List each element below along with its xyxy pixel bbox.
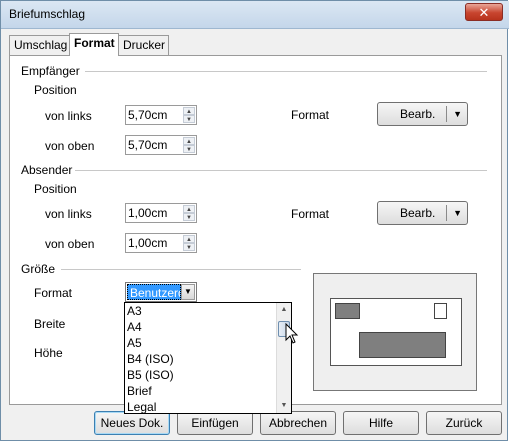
title-bar: Briefumschlag ✕ (1, 1, 509, 29)
spin-up-icon[interactable]: ▲ (183, 235, 195, 243)
scroll-down-icon[interactable]: ▼ (277, 399, 291, 413)
sender-from-left-spinner[interactable]: 1,00cm ▲ ▼ (125, 203, 197, 223)
spin-down-icon[interactable]: ▼ (183, 145, 195, 153)
recipient-from-left-label: von links (45, 109, 92, 123)
tab-format[interactable]: Format (69, 33, 119, 56)
recipient-from-top-label: von oben (45, 139, 95, 153)
spinner-value: 1,00cm (128, 236, 168, 250)
mouse-cursor-icon (285, 323, 299, 344)
size-format-select[interactable]: Benutzerdefiniert ▼ (125, 282, 197, 302)
spin-up-icon[interactable]: ▲ (183, 137, 195, 145)
sender-divider (75, 170, 487, 171)
spinner-value: 1,00cm (128, 206, 168, 220)
sender-edit-button[interactable]: Bearb. ▼ (377, 201, 468, 225)
button-label: Einfügen (191, 416, 239, 430)
size-width-label: Breite (34, 317, 66, 331)
spin-down-icon[interactable]: ▼ (183, 213, 195, 221)
button-label: Neues Dok. (100, 416, 164, 430)
insert-button[interactable]: Einfügen (177, 411, 253, 435)
size-divider (61, 269, 301, 270)
size-height-label: Höhe (34, 346, 63, 360)
stamp-box (434, 303, 447, 319)
spin-up-icon[interactable]: ▲ (183, 205, 195, 213)
sender-position-label: Position (34, 182, 77, 196)
recipient-position-label: Position (34, 83, 77, 97)
dropdown-scrollbar[interactable]: ▲ ▼ (276, 303, 291, 413)
envelope-dialog: Briefumschlag ✕ Umschlag Format Drucker … (0, 0, 509, 441)
sender-from-left-label: von links (45, 207, 92, 221)
tab-drucker[interactable]: Drucker (118, 35, 169, 55)
envelope-shape (330, 298, 462, 366)
recipient-divider (85, 71, 487, 72)
recipient-edit-button[interactable]: Bearb. ▼ (377, 102, 468, 126)
size-format-label: Format (34, 286, 73, 300)
envelope-preview (313, 273, 477, 391)
format-select-value: Benutzerdefiniert (127, 284, 181, 300)
sender-from-top-spinner[interactable]: 1,00cm ▲ ▼ (125, 233, 197, 253)
format-dropdown-list[interactable]: A3 A4 A5 B4 (ISO) B5 (ISO) Brief Legal ▲… (124, 302, 292, 414)
sender-format-label: Format (291, 207, 330, 221)
recipient-from-top-spinner[interactable]: 5,70cm ▲ ▼ (125, 135, 197, 155)
spinner-value: 5,70cm (128, 108, 168, 122)
tab-label: Drucker (123, 38, 166, 52)
help-button[interactable]: Hilfe (343, 411, 419, 435)
split-separator (446, 205, 447, 221)
list-item[interactable]: B4 (ISO) (127, 352, 174, 366)
edit-button-label: Bearb. (400, 107, 436, 121)
list-item[interactable]: A4 (127, 320, 142, 334)
scroll-up-icon[interactable]: ▲ (277, 303, 291, 317)
close-button[interactable]: ✕ (465, 3, 503, 21)
spinner-value: 5,70cm (128, 138, 168, 152)
spin-up-icon[interactable]: ▲ (183, 107, 195, 115)
chevron-down-icon: ▼ (453, 109, 462, 119)
size-section-label: Größe (21, 262, 56, 276)
sender-from-top-label: von oben (45, 237, 95, 251)
close-icon: ✕ (478, 5, 490, 20)
list-item[interactable]: B5 (ISO) (127, 368, 174, 382)
tab-umschlag[interactable]: Umschlag (9, 35, 70, 55)
button-label: Hilfe (368, 416, 393, 430)
sender-address-box (335, 303, 360, 319)
recipient-format-label: Format (291, 108, 330, 122)
cancel-button[interactable]: Abbrechen (260, 411, 336, 435)
spin-down-icon[interactable]: ▼ (183, 115, 195, 123)
window-title: Briefumschlag (9, 7, 86, 21)
button-label: Abbrechen (268, 416, 328, 430)
chevron-down-icon[interactable]: ▼ (181, 284, 195, 300)
recipient-section-label: Empfänger (21, 64, 80, 78)
button-label: Zurück (445, 416, 483, 430)
list-item[interactable]: Brief (127, 384, 152, 398)
chevron-down-icon: ▼ (453, 208, 462, 218)
recipient-from-left-spinner[interactable]: 5,70cm ▲ ▼ (125, 105, 197, 125)
new-document-button[interactable]: Neues Dok. (94, 411, 170, 435)
split-separator (446, 106, 447, 122)
tab-label: Umschlag (14, 38, 68, 52)
recipient-address-box (359, 332, 446, 358)
edit-button-label: Bearb. (400, 206, 436, 220)
back-button[interactable]: Zurück (426, 411, 502, 435)
tab-label: Format (74, 36, 115, 50)
sender-section-label: Absender (21, 163, 73, 177)
list-item[interactable]: Legal (127, 400, 156, 414)
list-item[interactable]: A3 (127, 304, 142, 318)
spin-down-icon[interactable]: ▼ (183, 243, 195, 251)
list-item[interactable]: A5 (127, 336, 142, 350)
